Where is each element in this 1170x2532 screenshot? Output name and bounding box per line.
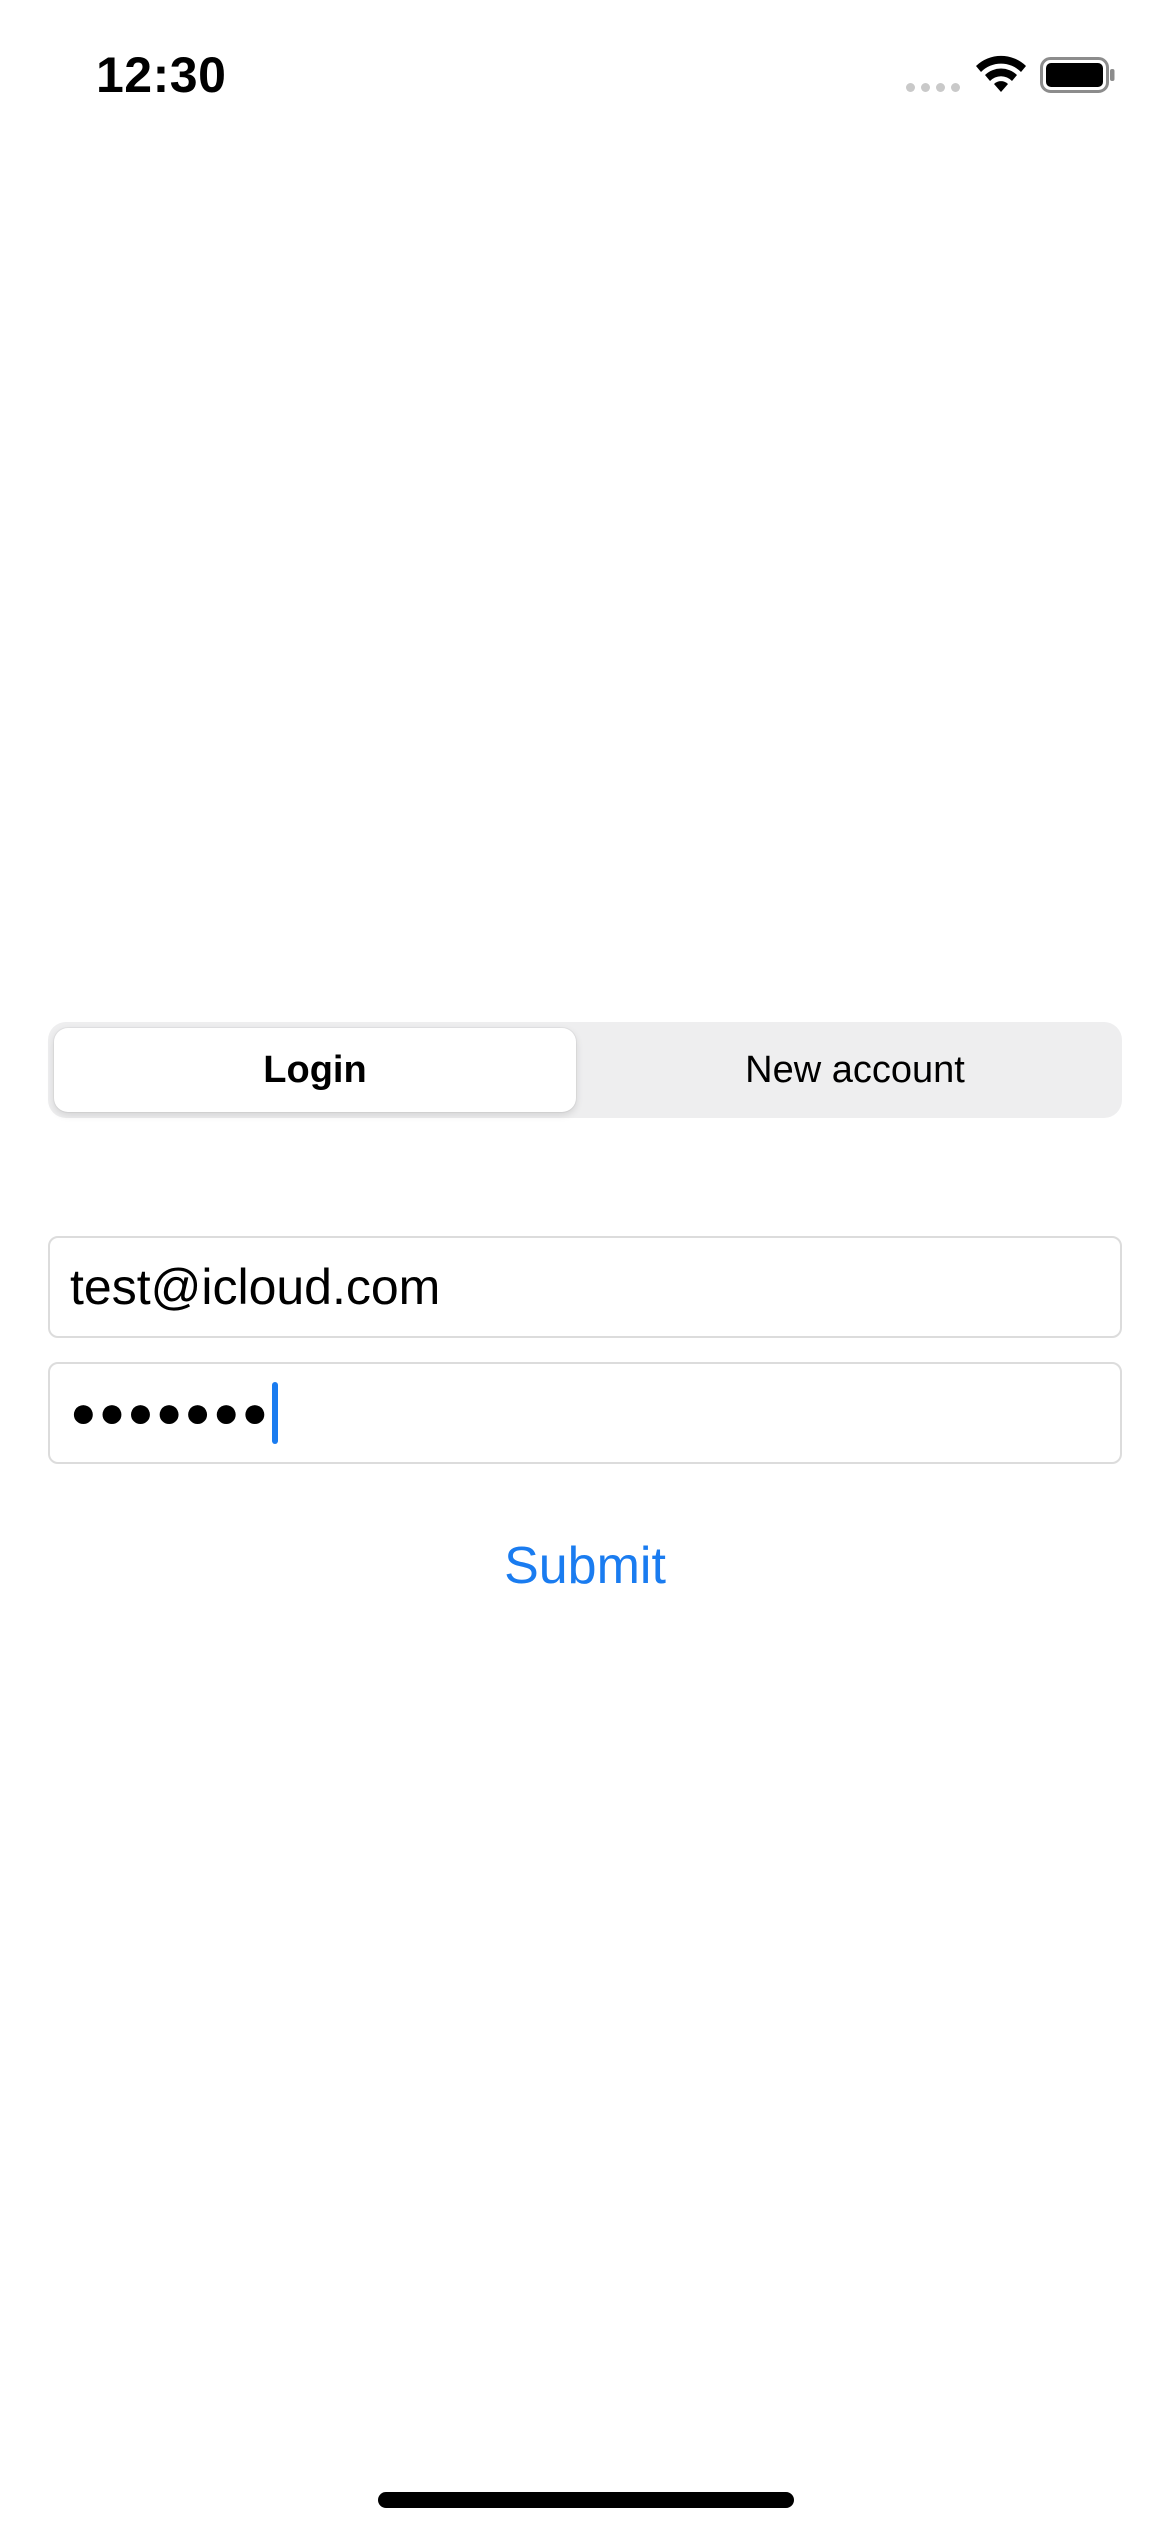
wifi-icon [976,55,1026,92]
submit-button[interactable]: Submit [385,1530,785,1602]
email-field-value: test@icloud.com [70,1259,441,1315]
password-masked-text: ●●●●●●● [70,1388,271,1437]
battery-icon [1040,57,1115,93]
password-field[interactable]: ●●●●●●● [48,1362,1122,1464]
text-cursor [272,1382,279,1444]
cellular-signal-icon [906,80,962,94]
login-mode-segmented-control: Login New account [48,1022,1122,1118]
segment-login[interactable]: Login [54,1028,576,1112]
segment-new-account[interactable]: New account [594,1028,1116,1112]
email-field[interactable]: test@icloud.com [48,1236,1122,1338]
status-time: 12:30 [96,47,227,103]
home-indicator[interactable] [378,2492,794,2508]
password-field-value: ●●●●●●● [70,1382,279,1444]
